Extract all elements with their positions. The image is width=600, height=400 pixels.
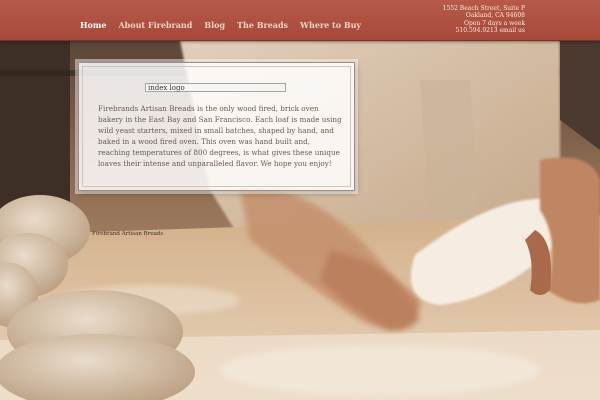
nav-item-about[interactable]: About Firebrand (118, 20, 192, 30)
phone-email-link[interactable]: 510.594.9213 email us (443, 27, 525, 34)
opening-hours: Open 7 days a week (464, 19, 525, 27)
nav-item-home[interactable]: Home (80, 20, 106, 30)
address-line-1: 1552 Beach Street, Suite P (442, 5, 525, 12)
site-logo[interactable]: index logo (145, 83, 286, 92)
intro-panel: index logo Firebrands Artisan Breads is … (78, 62, 355, 191)
nav-item-breads[interactable]: The Breads (237, 20, 288, 30)
site-header: Home About Firebrand Blog The Breads Whe… (0, 0, 600, 41)
contact-info: 1552 Beach Street, Suite P Oakland, CA 9… (443, 5, 525, 35)
nav-item-where-to-buy[interactable]: Where to Buy (300, 20, 361, 30)
address-line-2: Oakland, CA 94608 (465, 12, 525, 20)
intro-paragraph: Firebrands Artisan Breads is the only wo… (98, 104, 342, 168)
main-nav: Home About Firebrand Blog The Breads Whe… (80, 20, 373, 30)
nav-item-blog[interactable]: Blog (204, 20, 225, 30)
photo-caption: Firebrand Artisan Breads (92, 231, 164, 237)
